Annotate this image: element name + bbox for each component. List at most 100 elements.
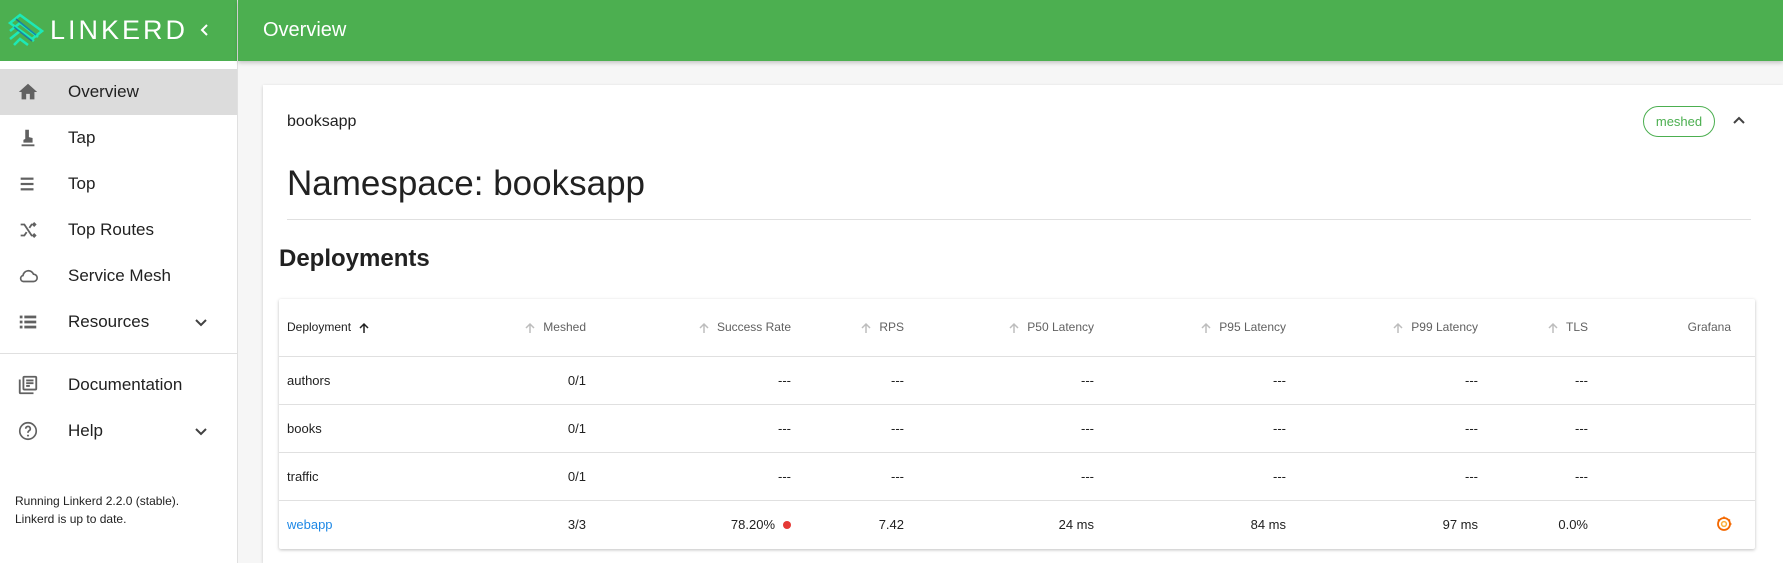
- header-p99-latency[interactable]: P99 Latency: [1294, 299, 1486, 357]
- cell-p50: 24 ms: [1058, 516, 1094, 532]
- cell-p50: ---: [912, 404, 1102, 453]
- nav-item-top[interactable]: Top: [0, 161, 237, 207]
- cloud-icon: [16, 264, 40, 288]
- header-p50-latency[interactable]: P50 Latency: [912, 299, 1102, 357]
- header-success-rate[interactable]: Success Rate: [594, 299, 799, 357]
- version-info: Running Linkerd 2.2.0 (stable). Linkerd …: [15, 492, 179, 528]
- nav-item-resources[interactable]: Resources: [0, 299, 237, 345]
- nav-label: Resources: [68, 312, 150, 331]
- linkerd-logo-icon: [7, 12, 45, 46]
- success-rate-value: 78.20%: [730, 516, 775, 532]
- cell-meshed: 3/3: [567, 516, 586, 532]
- cell-rps: ---: [799, 404, 912, 453]
- cell-tls: ---: [1486, 452, 1596, 501]
- cell-p95: ---: [1102, 452, 1294, 501]
- nav-item-top-routes[interactable]: Top Routes: [0, 207, 237, 253]
- list-icon: [16, 310, 40, 334]
- nav-item-service-mesh[interactable]: Service Mesh: [0, 253, 237, 299]
- nav-item-documentation[interactable]: Documentation: [0, 362, 237, 408]
- cell-meshed: 0/1: [444, 404, 594, 453]
- cell-tls: ---: [1486, 356, 1596, 405]
- header-rps[interactable]: RPS: [799, 299, 912, 357]
- chevron-left-icon: [200, 24, 208, 36]
- cell-p50: ---: [912, 356, 1102, 405]
- status-dot-icon: [783, 521, 791, 530]
- cell-meshed: 0/1: [444, 452, 594, 501]
- header-label: RPS: [879, 320, 904, 335]
- cell-rps: ---: [799, 452, 912, 501]
- sort-arrow-up-icon: [359, 323, 369, 334]
- section-title: Deployments: [279, 245, 430, 272]
- header-label: P50 Latency: [1027, 320, 1094, 335]
- cell-p99: ---: [1294, 356, 1486, 405]
- header-label: Deployment: [287, 320, 352, 335]
- header-label: TLS: [1565, 320, 1588, 335]
- meshed-badge: meshed: [1643, 106, 1715, 137]
- linkerd-logo[interactable]: LINKERD: [6, 11, 188, 51]
- header-deployment[interactable]: Deployment: [279, 299, 444, 357]
- table-row: webapp 3/3 78.20% 7.42 24 ms 84 ms 97 ms…: [279, 500, 1755, 548]
- header-label: P95 Latency: [1219, 320, 1286, 335]
- header-meshed[interactable]: Meshed: [444, 299, 594, 357]
- nav-item-overview[interactable]: Overview: [0, 69, 237, 115]
- cell-p95: 84 ms: [1250, 516, 1286, 532]
- secondary-nav: Documentation Help: [0, 362, 237, 454]
- collapse-card-button[interactable]: [1727, 109, 1751, 133]
- cell-p50: ---: [912, 452, 1102, 501]
- top-list-icon: [16, 172, 40, 196]
- title-divider: [287, 219, 1751, 220]
- cell-deployment: webapp: [279, 500, 444, 548]
- namespace-name: booksapp: [287, 113, 357, 130]
- cell-rps: ---: [799, 356, 912, 405]
- shuffle-icon: [16, 218, 40, 242]
- nav-label: Service Mesh: [68, 266, 171, 285]
- sidebar-divider: [0, 353, 237, 354]
- grafana-icon[interactable]: [1715, 515, 1733, 533]
- cell-success-rate: 78.20%: [594, 500, 799, 548]
- header-tls[interactable]: TLS: [1486, 299, 1596, 357]
- cell-p99: 97 ms: [1442, 516, 1478, 532]
- cell-rps: 7.42: [878, 516, 904, 532]
- cell-p95: ---: [1102, 404, 1294, 453]
- table-header-row: Deployment Meshed Success Rate RPS P50 L…: [279, 299, 1755, 357]
- header-label: Meshed: [543, 320, 586, 335]
- version-line: Running Linkerd 2.2.0 (stable).: [15, 494, 180, 508]
- cell-success-rate: ---: [594, 452, 799, 501]
- nav-item-tap[interactable]: Tap: [0, 115, 237, 161]
- cell-meshed: 0/1: [444, 356, 594, 405]
- sort-arrow-up-icon: [699, 323, 709, 334]
- page-title: Overview: [263, 19, 347, 41]
- home-icon: [16, 80, 40, 104]
- logo-text: LINKERD: [50, 15, 189, 45]
- collapse-sidebar-button[interactable]: [193, 18, 217, 42]
- cell-grafana: [1596, 500, 1755, 548]
- cell-grafana: [1596, 452, 1755, 501]
- deployment-link-webapp[interactable]: webapp: [287, 517, 333, 532]
- sort-arrow-up-icon: [1201, 323, 1211, 334]
- tap-icon: [16, 126, 40, 150]
- cell-p99: ---: [1294, 452, 1486, 501]
- cell-grafana: [1596, 404, 1755, 453]
- cell-p95: ---: [1102, 356, 1294, 405]
- app-bar: Overview: [238, 0, 1783, 61]
- namespace-title: Namespace: booksapp: [287, 164, 645, 203]
- chevron-down-icon: [189, 419, 213, 443]
- table-row: authors 0/1 --- --- --- --- --- ---: [279, 356, 1755, 405]
- header-grafana: Grafana: [1596, 299, 1755, 357]
- sort-arrow-up-icon: [1393, 323, 1403, 334]
- help-icon: [16, 419, 40, 443]
- header-label: Grafana: [1687, 320, 1731, 335]
- table-row: books 0/1 --- --- --- --- --- ---: [279, 404, 1755, 453]
- chevron-down-icon: [189, 310, 213, 334]
- nav-item-help[interactable]: Help: [0, 408, 237, 454]
- cell-success-rate: ---: [594, 356, 799, 405]
- cell-p99: ---: [1294, 404, 1486, 453]
- nav-label: Documentation: [68, 375, 183, 394]
- header-p95-latency[interactable]: P95 Latency: [1102, 299, 1294, 357]
- sidebar: LINKERD Overview Tap Top Top Routes Serv…: [0, 0, 238, 563]
- sort-arrow-up-icon: [1009, 323, 1019, 334]
- update-status-line: Linkerd is up to date.: [15, 512, 127, 526]
- sidebar-header: LINKERD: [0, 0, 237, 61]
- table-row: traffic 0/1 --- --- --- --- --- ---: [279, 452, 1755, 501]
- cell-deployment: traffic: [279, 452, 444, 501]
